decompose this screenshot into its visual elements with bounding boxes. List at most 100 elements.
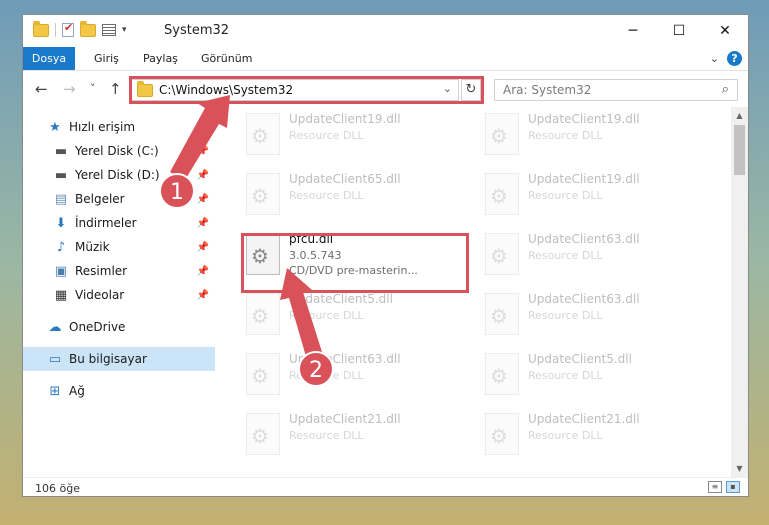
file-item[interactable]: UpdateClient19.dll Resource DLL	[480, 167, 710, 219]
sidebar-item-disk-c[interactable]: ▬ Yerel Disk (C:) 📌	[23, 139, 215, 163]
window-title: System32	[164, 23, 230, 38]
scroll-down-icon[interactable]: ▼	[731, 460, 748, 477]
folder-icon	[33, 20, 49, 37]
file-name: UpdateClient63.dll	[289, 352, 401, 366]
up-button[interactable]: ↑	[109, 80, 122, 98]
sidebar-item-pictures[interactable]: ▣ Resimler 📌	[23, 259, 215, 283]
window-controls: ─ ☐ ✕	[610, 15, 748, 47]
dll-file-icon	[246, 293, 280, 335]
properties-check-icon[interactable]	[62, 21, 74, 37]
pin-icon: 📌	[196, 145, 209, 157]
dll-file-icon	[485, 353, 519, 395]
sidebar-item-label: Müzik	[75, 240, 110, 254]
forward-button[interactable]: →	[63, 80, 76, 98]
sidebar-item-label: Resimler	[75, 264, 128, 278]
view-properties-icon[interactable]	[102, 24, 116, 36]
sidebar-item-label: Hızlı erişim	[69, 120, 136, 134]
details-view-icon[interactable]: ≡	[708, 481, 722, 493]
tiles-view-icon[interactable]: ▪	[726, 481, 740, 493]
sidebar-item-label: Belgeler	[75, 192, 125, 206]
dll-file-icon	[485, 233, 519, 275]
file-description: Resource DLL	[528, 189, 603, 202]
quick-access-toolbar: ▾	[33, 20, 127, 37]
pin-icon: 📌	[196, 241, 209, 253]
dll-file-icon	[246, 173, 280, 215]
close-button[interactable]: ✕	[702, 15, 748, 47]
explorer-window: ▾ System32 ─ ☐ ✕ Dosya Giriş Paylaş Görü…	[22, 14, 749, 497]
star-icon: ★	[49, 119, 61, 135]
maximize-button[interactable]: ☐	[656, 15, 702, 47]
divider	[55, 23, 56, 37]
sidebar-item-music[interactable]: ♪ Müzik 📌	[23, 235, 215, 259]
pin-icon: 📌	[196, 289, 209, 301]
sidebar-item-label: OneDrive	[69, 320, 126, 334]
scroll-up-icon[interactable]: ▲	[731, 107, 748, 124]
search-placeholder[interactable]: Ara: System32	[503, 83, 591, 97]
customize-toolbar-chevron-icon[interactable]: ▾	[122, 25, 127, 35]
cloud-icon: ☁	[48, 319, 62, 335]
file-description: Resource DLL	[528, 429, 603, 442]
scrollbar-thumb[interactable]	[734, 125, 745, 175]
file-item[interactable]: UpdateClient21.dll Resource DLL	[480, 407, 710, 459]
dll-file-icon	[246, 113, 280, 155]
file-name: UpdateClient21.dll	[289, 412, 401, 426]
back-button[interactable]: ←	[35, 80, 48, 98]
pin-icon: 📌	[196, 265, 209, 277]
file-name: UpdateClient63.dll	[528, 292, 640, 306]
sidebar-item-videos[interactable]: ▦ Videolar 📌	[23, 283, 215, 307]
sidebar-item-disk-d[interactable]: ▬ Yerel Disk (D:) 📌	[23, 163, 215, 187]
file-description: Resource DLL	[289, 309, 364, 322]
minimize-button[interactable]: ─	[610, 15, 656, 47]
pin-icon: 📌	[196, 217, 209, 229]
file-item[interactable]: UpdateClient63.dll Resource DLL	[480, 227, 710, 279]
file-item[interactable]: UpdateClient21.dll Resource DLL	[241, 407, 471, 459]
tab-view[interactable]: Görünüm	[201, 47, 252, 70]
navigation-bar: ← → ˅ ↑ C:\Windows\System32 ⌄ ↻ Ara: Sys…	[23, 71, 748, 107]
sidebar-item-downloads[interactable]: ⬇ İndirmeler 📌	[23, 211, 215, 235]
dll-file-icon	[246, 413, 280, 455]
network-icon: ⊞	[49, 383, 61, 399]
file-item[interactable]: UpdateClient19.dll Resource DLL	[480, 107, 710, 159]
recent-locations-button[interactable]: ˅	[90, 82, 96, 95]
item-count: 106 öğe	[35, 482, 80, 495]
file-name: UpdateClient19.dll	[528, 112, 640, 126]
vertical-scrollbar[interactable]: ▲ ▼	[731, 107, 748, 477]
file-item[interactable]: UpdateClient65.dll Resource DLL	[241, 167, 471, 219]
title-bar: ▾ System32 ─ ☐ ✕	[23, 15, 748, 47]
dll-file-icon	[485, 293, 519, 335]
search-box[interactable]: Ara: System32 ⌕	[494, 79, 738, 101]
sidebar-item-onedrive[interactable]: ☁ OneDrive	[23, 315, 215, 339]
status-bar: 106 öğe ≡ ▪	[23, 477, 748, 497]
file-name: UpdateClient65.dll	[289, 172, 401, 186]
drive-icon: ▬	[54, 167, 68, 183]
dll-file-icon	[246, 353, 280, 395]
help-icon[interactable]: ?	[727, 51, 742, 66]
download-icon: ⬇	[55, 215, 67, 231]
sidebar-item-label: Ağ	[69, 384, 85, 398]
music-icon: ♪	[56, 239, 66, 255]
file-description: Resource DLL	[528, 249, 603, 262]
file-item[interactable]: UpdateClient19.dll Resource DLL	[241, 107, 471, 159]
pictures-icon: ▣	[54, 263, 68, 279]
sidebar-item-label: Bu bilgisayar	[69, 352, 147, 366]
new-folder-icon[interactable]	[80, 20, 96, 37]
file-highlight-box	[241, 233, 469, 293]
file-item[interactable]: UpdateClient63.dll Resource DLL	[241, 347, 471, 399]
sidebar-item-label: Yerel Disk (C:)	[75, 144, 159, 158]
file-item[interactable]: UpdateClient5.dll Resource DLL	[241, 287, 471, 339]
sidebar-item-label: Videolar	[75, 288, 125, 302]
expand-ribbon-chevron-icon[interactable]: ⌄	[710, 52, 719, 65]
file-item[interactable]: UpdateClient63.dll Resource DLL	[480, 287, 710, 339]
sidebar-item-quick-access[interactable]: ★ Hızlı erişim	[23, 115, 215, 139]
tab-share[interactable]: Paylaş	[143, 47, 178, 70]
file-list: UpdateClient19.dll Resource DLL UpdateCl…	[223, 107, 733, 462]
tab-file[interactable]: Dosya	[23, 47, 75, 70]
search-icon[interactable]: ⌕	[722, 82, 729, 97]
dll-file-icon	[485, 173, 519, 215]
tab-home[interactable]: Giriş	[94, 47, 119, 70]
ribbon-tabs: Dosya Giriş Paylaş Görünüm ⌄ ?	[23, 47, 748, 71]
sidebar-item-this-pc[interactable]: ▭ Bu bilgisayar	[23, 347, 215, 371]
sidebar-item-network[interactable]: ⊞ Ağ	[23, 379, 215, 403]
sidebar-item-documents[interactable]: ▤ Belgeler 📌	[23, 187, 215, 211]
file-item[interactable]: UpdateClient5.dll Resource DLL	[480, 347, 710, 399]
